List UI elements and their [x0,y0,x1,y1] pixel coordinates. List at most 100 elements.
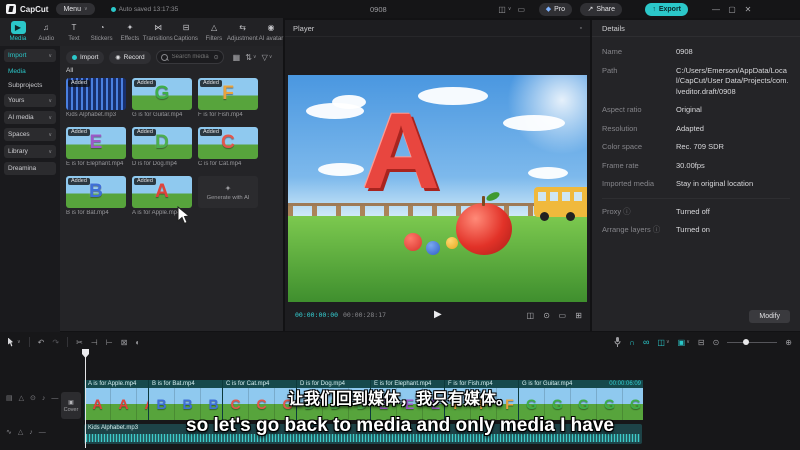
detail-label: Resolution [602,123,638,133]
preview-zoom-icon[interactable]: ⊙ [543,311,550,320]
sidebar-item-ai-media[interactable]: AI media ∨ [4,111,56,124]
sort-control[interactable]: ⇅ ∨ [245,53,256,62]
layout-switcher[interactable]: ◫ ∨ ▭ [498,5,525,14]
float-panel-icon[interactable]: ▫ [580,25,582,32]
detail-label: Name [602,47,623,56]
transitions-icon: ⋈ [154,23,163,32]
voiceover-mic-icon[interactable] [614,337,621,347]
chevron-down-icon: ∨ [17,339,21,345]
menu-button[interactable]: Menu ∨ [56,3,95,15]
media-item-name: C is for Cat.mp4 [198,161,242,167]
sidebar-item-spaces[interactable]: Spaces ∨ [4,128,56,141]
timeline-zoom-slider[interactable] [727,339,778,345]
tab-label: AI avatar [258,35,284,42]
undo-icon[interactable]: ↶ [38,338,45,347]
current-time: 00:00:00:00 [295,311,339,319]
delete-icon[interactable]: ⊠ [121,338,128,347]
sidebar-item-library[interactable]: Library ∨ [4,145,56,158]
maximize-icon[interactable]: ▢ [724,5,740,14]
sidebar-item-import[interactable]: Import ∨ [4,49,56,62]
added-badge: Added [134,129,156,136]
export-button[interactable]: ↑ Export [645,2,688,16]
subtitle-chinese: 让我们回到媒体，我只有媒体。 [287,391,512,408]
media-item-f[interactable]: Added F F is for Fish.mp4 [198,78,264,118]
generate-with-ai-card[interactable]: ✦ Generate with AI [198,176,264,216]
record-mode-control[interactable]: ▣ ∨ [678,338,690,347]
tab-text[interactable]: T Text [62,21,86,42]
media-item-b[interactable]: Added B B is for Bat.mp4 [66,176,132,216]
layout-panels-icon[interactable]: ◫ [498,5,506,14]
stickers-icon: ◔ [99,23,105,32]
close-icon[interactable]: ✕ [740,5,756,14]
share-button[interactable]: ↗ Share [580,2,622,16]
record-button[interactable]: ◉ Record [109,50,151,64]
play-button[interactable]: ▶ [434,309,442,320]
tab-filters[interactable]: △ Filters [202,21,226,42]
pro-diamond-icon: ◆ [545,6,552,13]
sidebar-item-subprojects[interactable]: Subprojects [8,80,60,90]
chevron-down-icon: ∨ [83,6,88,12]
sidebar-item-media[interactable]: Media [8,66,60,76]
sidebar-label: Media [8,67,26,75]
select-tool[interactable]: ∨ [8,337,21,347]
tab-adjustment[interactable]: ⇆ Adjustment [227,21,258,42]
grass [288,216,587,302]
zoom-out-icon[interactable]: ⊙ [713,338,720,347]
compare-icon[interactable]: ◫ [526,311,534,320]
search-input[interactable] [169,53,212,61]
autosave-dot-icon [110,6,116,12]
modify-button[interactable]: Modify [749,310,790,323]
detail-value: Turned on [676,225,710,234]
snap-magnet-icon[interactable]: ∩ [629,338,635,347]
sidebar-item-dreamina[interactable]: Dreamina [4,162,56,175]
tab-captions[interactable]: ⊟ Captions [174,21,198,42]
school-bus [534,187,587,221]
media-item-c[interactable]: Added C C is for Cat.mp4 [198,127,264,167]
redo-icon[interactable]: ↷ [52,338,59,347]
tab-transitions[interactable]: ⋈ Transitions [143,21,173,42]
view-grid-icon[interactable]: ▦ [233,53,241,62]
tab-stickers[interactable]: ◔ Stickers [90,21,114,42]
detail-label: Path [602,65,618,75]
split-icon[interactable]: ✂ [76,338,83,347]
search-box[interactable]: ⊙ [155,50,224,64]
filter-control[interactable]: ▽ ∨ [262,53,273,62]
pro-button[interactable]: ◆ Pro [538,2,572,16]
info-icon: ⓘ [652,225,661,234]
video-preview[interactable]: A [288,75,587,302]
trim-left-icon[interactable]: ⊣ [91,338,98,347]
ratio-icon[interactable]: ▭ [558,311,566,320]
tab-media[interactable]: ▶ Media [6,21,30,42]
trim-right-icon[interactable]: ⊢ [106,338,113,347]
media-grid: Added Kids Alphabet.mp3 Added G G is for Gu… [66,78,264,216]
track-mode-control[interactable]: ◫ ∨ [657,338,669,347]
zoom-in-icon[interactable]: ⊕ [785,338,792,347]
added-badge: Added [200,80,222,87]
media-toolbar: Import ◉Record ⊙ ▦ ⇅∨ ▽∨ [66,50,272,64]
fullscreen-icon[interactable]: ⊞ [575,311,582,320]
preview-axis-icon[interactable]: ⊟ [698,338,705,347]
media-item-name: B is for Bat.mp4 [66,210,109,216]
link-icon[interactable]: ∞ [643,337,649,347]
layout-single-icon[interactable]: ▭ [517,5,525,14]
minimize-icon[interactable]: — [708,5,724,14]
slider-knob[interactable] [743,339,750,345]
chevron-down-icon: ∨ [48,131,52,138]
mask-icon[interactable]: ◐ [135,338,140,347]
media-item-d[interactable]: Added D D is for Dog.mp4 [132,127,198,167]
import-icon [72,54,77,60]
detail-row-name: Name 0908 [592,47,800,58]
tab-label: Audio [38,35,54,42]
media-item-g[interactable]: Added G G is for Guitar.mp4 [132,78,198,118]
media-item-audio[interactable]: Added Kids Alphabet.mp3 [66,78,132,118]
tab-all[interactable]: All [66,67,73,74]
tab-ai-avatar[interactable]: ◉ AI avatar [258,21,284,42]
subtitle-english: so let's go back to media and only media… [186,415,614,436]
media-item-e[interactable]: Added E E is for Elephant.mp4 [66,127,132,167]
import-button[interactable]: Import [66,50,105,64]
tab-effects[interactable]: ✦ Effects [118,21,142,42]
media-item-name: G is for Guitar.mp4 [132,112,183,118]
sidebar-item-yours[interactable]: Yours ∨ [4,94,56,107]
detail-value: Adapted [676,123,704,133]
tab-audio[interactable]: ♫ Audio [34,21,58,42]
